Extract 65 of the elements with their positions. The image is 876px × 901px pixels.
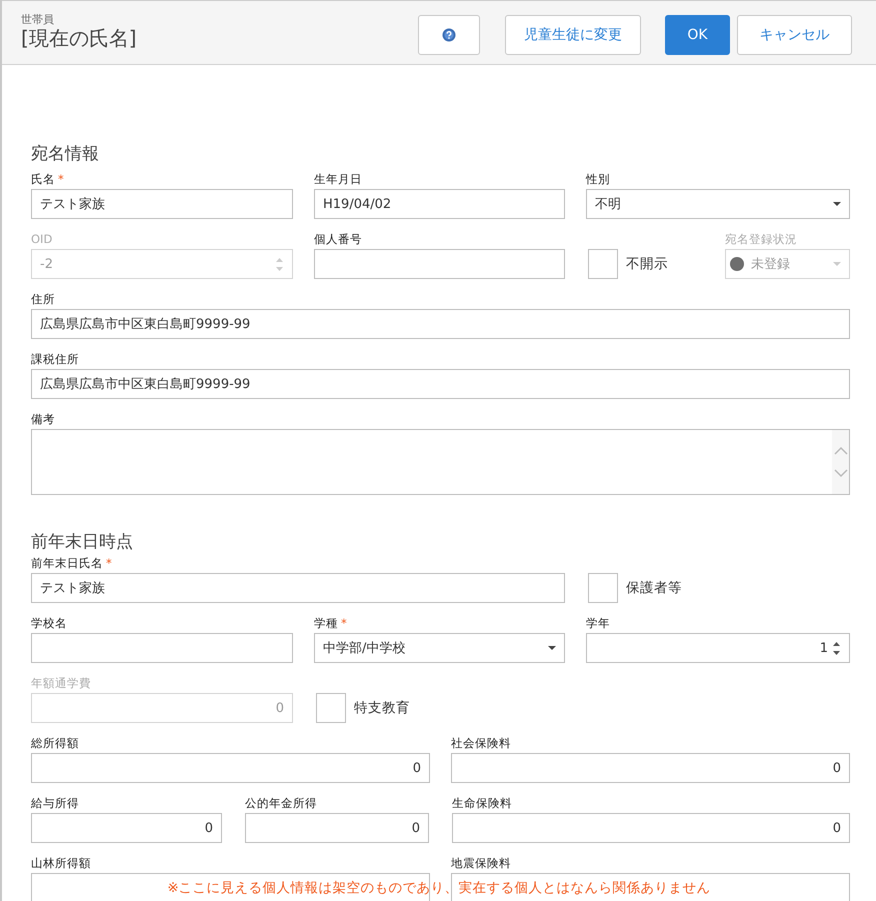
field-label: 前年末日氏名: [31, 556, 103, 570]
window-title: [現在の氏名]: [21, 26, 137, 50]
required-mark: *: [58, 172, 64, 186]
window-subtitle: 世帯員: [21, 13, 55, 26]
required-mark: *: [106, 556, 112, 570]
field-label: 生命保険料: [452, 796, 512, 810]
help-icon: [442, 28, 456, 42]
field-label: 備考: [31, 412, 55, 426]
field-label: 氏名: [31, 172, 55, 186]
disclaimer-notice: ※ここに見える個人情報は架空のものであり、実在する個人とはなんら関係ありません: [167, 879, 711, 897]
input-field[interactable]: 0: [245, 813, 429, 843]
help-button[interactable]: [418, 15, 480, 55]
input-field[interactable]: 0: [31, 753, 430, 783]
field-label: 地震保険料: [451, 856, 511, 870]
scroll-down-icon: [834, 468, 848, 478]
input-field[interactable]: H19/04/02: [314, 189, 565, 219]
caret-icon: [548, 646, 556, 650]
checkbox-label: 特支教育: [354, 699, 410, 717]
checkbox-label: 保護者等: [626, 579, 682, 597]
dropdown[interactable]: 不明: [586, 189, 850, 219]
checkbox[interactable]: [316, 693, 346, 723]
field-label: 課税住所: [31, 352, 79, 366]
field-label: 生年月日: [314, 172, 362, 186]
spinner-icon: [832, 640, 841, 656]
checkbox[interactable]: [588, 249, 618, 279]
input-field[interactable]: [31, 633, 293, 663]
input-field[interactable]: [314, 249, 565, 279]
field-label: 宛名登録状況: [725, 232, 797, 246]
field-label: 学種: [314, 616, 338, 630]
number-field[interactable]: 1: [586, 633, 850, 663]
input-field[interactable]: テスト家族: [31, 573, 565, 603]
text-area[interactable]: [31, 429, 850, 495]
required-mark: *: [341, 616, 347, 630]
input-field[interactable]: テスト家族: [31, 189, 293, 219]
field-label: 住所: [31, 292, 55, 306]
input-field[interactable]: 広島県広島市中区東白島町9999-99: [31, 369, 850, 399]
field-label: 山林所得額: [31, 856, 91, 870]
action-button[interactable]: キャンセル: [737, 15, 852, 55]
field-label: 学校名: [31, 616, 67, 630]
field-label: 学年: [586, 616, 610, 630]
checkbox-label: 不開示: [626, 255, 668, 273]
field-label: 個人番号: [314, 232, 362, 246]
scroll-up-icon: [834, 446, 848, 456]
section-title: 宛名情報: [31, 143, 100, 165]
ok-button[interactable]: OK: [665, 15, 730, 55]
caret-icon: [833, 262, 841, 266]
input-field[interactable]: 0: [452, 813, 850, 843]
checkbox[interactable]: [588, 573, 618, 603]
input-field[interactable]: [31, 873, 430, 901]
field-label: 社会保険料: [451, 736, 511, 750]
field-label: 公的年金所得: [245, 796, 317, 810]
field-label: 給与所得: [31, 796, 79, 810]
field-label: OID: [31, 232, 52, 246]
field-label: 総所得額: [31, 736, 79, 750]
input-field[interactable]: [451, 873, 850, 901]
input-field[interactable]: 0: [451, 753, 850, 783]
input-field[interactable]: 0: [31, 813, 222, 843]
action-button[interactable]: 児童生徒に変更: [505, 15, 641, 55]
caret-icon: [833, 202, 841, 206]
field-label: 性別: [586, 172, 610, 186]
dropdown[interactable]: 中学部/中学校: [314, 633, 565, 663]
spinner-icon: [275, 256, 284, 272]
input-field[interactable]: 広島県広島市中区東白島町9999-99: [31, 309, 850, 339]
field-label: 年額通学費: [31, 676, 91, 690]
section-title: 前年末日時点: [31, 531, 134, 553]
